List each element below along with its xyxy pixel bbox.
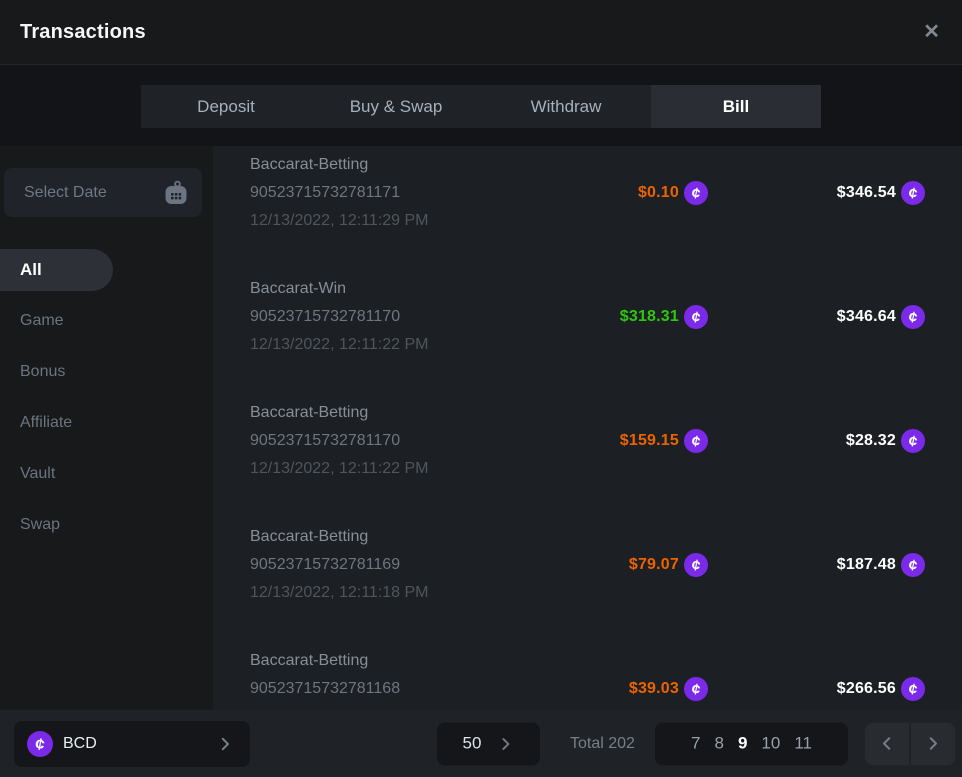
bcd-coin-icon: ¢ <box>684 677 708 701</box>
bcd-coin-icon: ¢ <box>901 305 925 329</box>
close-icon[interactable]: ✕ <box>923 22 940 42</box>
transaction-row: Baccarat-Betting 90523715732781168 $39.0… <box>250 647 962 710</box>
page-size-selector[interactable]: 50 <box>437 722 540 765</box>
bcd-coin-icon: ¢ <box>684 429 708 453</box>
page-number-11[interactable]: 11 <box>794 734 812 754</box>
pagination-nav <box>865 722 955 765</box>
transaction-balance: $346.54 ¢ <box>837 181 925 205</box>
chevron-right-icon <box>924 735 942 753</box>
transaction-amount: $39.03 ¢ <box>629 677 708 701</box>
amount-value: $0.10 <box>638 184 679 202</box>
chevron-right-icon <box>216 735 234 753</box>
transaction-name: Baccarat-Betting <box>250 399 962 427</box>
transaction-date: 12/13/2022, 12:11:22 PM <box>250 455 962 483</box>
transaction-date: 12/13/2022, 12:11:29 PM <box>250 207 962 235</box>
page-number-7[interactable]: 7 <box>691 734 700 754</box>
pagination: 7 8 9 10 11 <box>655 722 848 765</box>
transaction-balance: $187.48 ¢ <box>837 553 925 577</box>
next-page-button[interactable] <box>911 722 955 765</box>
sidebar-filter-affiliate[interactable]: Affiliate <box>0 402 213 444</box>
bcd-coin-icon: ¢ <box>901 553 925 577</box>
balance-value: $346.64 <box>837 308 896 326</box>
tab-withdraw[interactable]: Withdraw <box>481 85 651 128</box>
transaction-amount: $0.10 ¢ <box>638 181 708 205</box>
tab-bill[interactable]: Bill <box>651 85 821 128</box>
balance-value: $28.32 <box>846 432 896 450</box>
bcd-coin-icon: ¢ <box>684 181 708 205</box>
bcd-coin-icon: ¢ <box>684 553 708 577</box>
currency-coin: ¢ <box>27 731 53 757</box>
prev-page-button[interactable] <box>865 722 909 765</box>
select-date-input[interactable]: Select Date <box>4 168 202 217</box>
balance-value: $266.56 <box>837 680 896 698</box>
modal-header: Transactions ✕ <box>0 0 962 65</box>
page-size-value: 50 <box>463 734 482 754</box>
modal-footer: ¢ BCD 50 Total 202 7 8 9 10 11 <box>0 710 962 777</box>
transaction-amount: $318.31 ¢ <box>620 305 708 329</box>
chevron-left-icon <box>878 735 896 753</box>
page-number-10[interactable]: 10 <box>761 734 780 754</box>
currency-label: BCD <box>63 735 216 753</box>
amount-value: $318.31 <box>620 308 679 326</box>
transaction-amount: $79.07 ¢ <box>629 553 708 577</box>
bcd-coin-icon: ¢ <box>901 181 925 205</box>
transaction-row: Baccarat-Betting 90523715732781171 12/13… <box>250 151 962 275</box>
transaction-balance: $28.32 ¢ <box>846 429 925 453</box>
tab-strip: Deposit Buy & Swap Withdraw Bill <box>141 85 821 128</box>
amount-value: $79.07 <box>629 556 679 574</box>
transaction-amount: $159.15 ¢ <box>620 429 708 453</box>
amount-value: $39.03 <box>629 680 679 698</box>
sidebar-filter-vault[interactable]: Vault <box>0 453 213 495</box>
bcd-coin-icon: ¢ <box>901 429 925 453</box>
modal-content: Select Date All Game Bonus Affiliate Vau… <box>0 146 962 710</box>
transaction-balance: $266.56 ¢ <box>837 677 925 701</box>
select-date-placeholder: Select Date <box>24 184 107 202</box>
transaction-name: Baccarat-Betting <box>250 523 962 551</box>
tab-deposit[interactable]: Deposit <box>141 85 311 128</box>
bcd-coin-icon: ¢ <box>27 731 53 757</box>
sidebar: Select Date All Game Bonus Affiliate Vau… <box>0 146 213 710</box>
bcd-coin-icon: ¢ <box>684 305 708 329</box>
transaction-name: Baccarat-Win <box>250 275 962 303</box>
filter-list: All Game Bonus Affiliate Vault Swap <box>0 249 213 546</box>
sidebar-filter-swap[interactable]: Swap <box>0 504 213 546</box>
transaction-row: Baccarat-Betting 90523715732781170 12/13… <box>250 399 962 523</box>
transaction-date: 12/13/2022, 12:11:22 PM <box>250 331 962 359</box>
sidebar-filter-all[interactable]: All <box>0 249 113 291</box>
transaction-date: 12/13/2022, 12:11:18 PM <box>250 579 962 607</box>
page-number-8[interactable]: 8 <box>714 734 723 754</box>
transactions-modal: Transactions ✕ Deposit Buy & Swap Withdr… <box>0 0 962 777</box>
transaction-list: Baccarat-Betting 90523715732781171 12/13… <box>213 146 962 710</box>
amount-value: $159.15 <box>620 432 679 450</box>
page-title: Transactions <box>20 21 146 44</box>
transaction-name: Baccarat-Betting <box>250 647 962 675</box>
bcd-coin-icon: ¢ <box>901 677 925 701</box>
balance-value: $346.54 <box>837 184 896 202</box>
transaction-name: Baccarat-Betting <box>250 151 962 179</box>
total-count-label: Total 202 <box>570 735 635 753</box>
sidebar-filter-bonus[interactable]: Bonus <box>0 351 213 393</box>
tab-band: Deposit Buy & Swap Withdraw Bill <box>0 65 962 146</box>
transaction-balance: $346.64 ¢ <box>837 305 925 329</box>
sidebar-filter-game[interactable]: Game <box>0 300 213 342</box>
calendar-icon <box>164 180 188 205</box>
page-number-9[interactable]: 9 <box>738 734 747 754</box>
balance-value: $187.48 <box>837 556 896 574</box>
tab-buy-swap[interactable]: Buy & Swap <box>311 85 481 128</box>
currency-selector[interactable]: ¢ BCD <box>14 721 250 767</box>
chevron-right-icon <box>497 735 514 752</box>
transaction-row: Baccarat-Win 90523715732781170 12/13/202… <box>250 275 962 399</box>
transaction-row: Baccarat-Betting 90523715732781169 12/13… <box>250 523 962 647</box>
